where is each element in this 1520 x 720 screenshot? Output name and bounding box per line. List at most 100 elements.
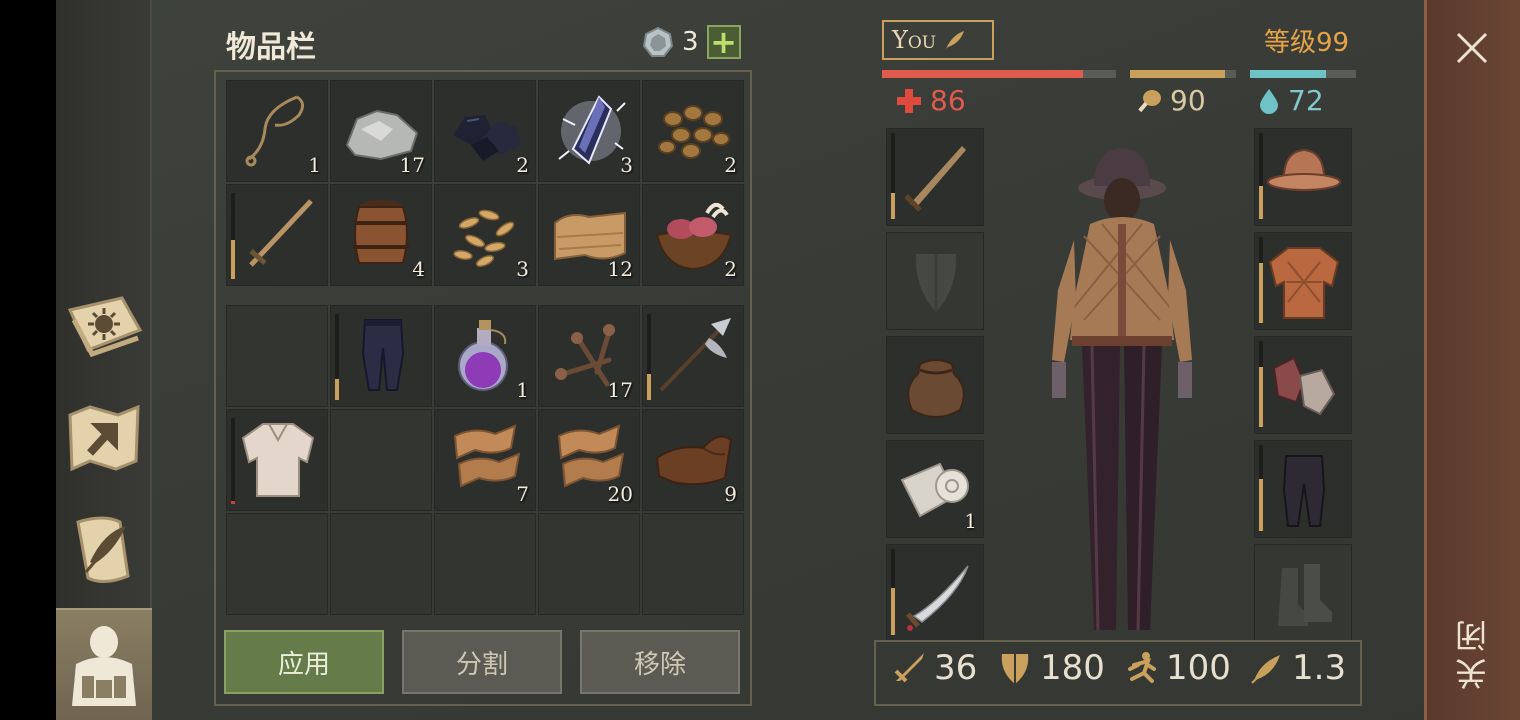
rope-icon <box>245 95 304 167</box>
coal-icon <box>453 115 521 161</box>
inventory-slot[interactable] <box>226 409 328 511</box>
inventory-slot[interactable]: 1 <box>434 305 536 407</box>
inventory-slot[interactable]: 2 <box>434 80 536 182</box>
item-quantity: 20 <box>607 482 633 506</box>
quests-tab[interactable] <box>62 508 146 592</box>
character-tab[interactable] <box>56 608 152 720</box>
health-value: 86 <box>930 84 966 117</box>
armor-slot[interactable] <box>1254 232 1352 330</box>
character-model <box>1052 148 1192 631</box>
shirt-icon <box>241 423 315 497</box>
attack-stat: 36 <box>892 648 977 688</box>
inventory-slot[interactable] <box>330 305 432 407</box>
character-name-box[interactable]: You <box>882 20 994 60</box>
inventory-slot[interactable]: 3 <box>434 184 536 286</box>
inventory-slot[interactable] <box>642 513 744 615</box>
inventory-slot[interactable]: 17 <box>538 305 640 407</box>
durability-bar <box>891 549 895 635</box>
secondary-weapon-slot[interactable] <box>886 544 984 642</box>
map-tab[interactable] <box>62 396 146 480</box>
close-icon[interactable] <box>1452 28 1492 68</box>
inventory-grid-top: 1 17 2 3 2 4 3 12 2 <box>226 80 744 286</box>
crystal-icon <box>558 95 626 165</box>
inventory-slot[interactable] <box>642 305 744 407</box>
inventory-slot[interactable]: 20 <box>538 409 640 511</box>
apply-button[interactable]: 应用 <box>224 630 384 694</box>
helmet-icon <box>1267 148 1341 191</box>
remove-button[interactable]: 移除 <box>580 630 740 694</box>
drumstick-icon <box>1138 89 1161 112</box>
scroll-quill-icon <box>76 516 130 583</box>
close-panel[interactable] <box>1424 0 1520 720</box>
bag-slot[interactable] <box>886 336 984 434</box>
item-quantity: 1 <box>964 509 977 533</box>
durability-bar <box>1259 237 1263 323</box>
inventory-slot[interactable]: 12 <box>538 184 640 286</box>
food-bar <box>1130 70 1236 78</box>
halberd-icon <box>659 318 731 392</box>
durability-bar <box>1259 341 1263 427</box>
character-level: 等级99 <box>1264 28 1350 58</box>
helmet-slot[interactable] <box>1254 128 1352 226</box>
water-stat: 72 <box>1258 84 1324 117</box>
durability-bar <box>1259 133 1263 219</box>
item-quantity: 2 <box>516 153 529 177</box>
inventory-slot[interactable] <box>226 305 328 407</box>
mail-gloves-icon <box>1272 356 1336 416</box>
boots-icon <box>1278 564 1332 626</box>
raw-meat-bowl-icon <box>655 202 733 271</box>
inventory-slot[interactable]: 7 <box>434 409 536 511</box>
inventory-slot[interactable] <box>330 409 432 511</box>
split-button[interactable]: 分割 <box>402 630 562 694</box>
pants-icon <box>1282 455 1326 527</box>
inventory-slot[interactable]: 9 <box>642 409 744 511</box>
shield-slot[interactable] <box>886 232 984 330</box>
inventory-slot[interactable]: 3 <box>538 80 640 182</box>
inventory-slot[interactable] <box>226 184 328 286</box>
water-drop-icon <box>1260 88 1278 114</box>
water-value: 72 <box>1288 84 1324 117</box>
add-gems-button[interactable]: + <box>706 25 741 59</box>
bandage-slot[interactable]: 1 <box>886 440 984 538</box>
gem-counter: 3 + <box>642 25 741 59</box>
weight-value: 1.3 <box>1292 648 1347 688</box>
durability-bar <box>647 314 651 400</box>
attack-value: 36 <box>934 648 978 688</box>
pants-icon <box>361 319 405 391</box>
boots-slot[interactable] <box>1254 544 1352 642</box>
item-quantity: 17 <box>607 378 633 402</box>
item-quantity: 3 <box>516 257 529 281</box>
close-label[interactable]: 关闭 <box>1450 614 1494 690</box>
inventory-slot[interactable]: 1 <box>226 80 328 182</box>
inventory-slot[interactable]: 2 <box>642 184 744 286</box>
map-icon <box>68 404 140 472</box>
inventory-slot[interactable] <box>538 513 640 615</box>
weapon-slot[interactable] <box>886 128 984 226</box>
inventory-slot[interactable]: 17 <box>330 80 432 182</box>
item-quantity: 12 <box>607 257 633 281</box>
inventory-slot[interactable] <box>330 513 432 615</box>
inventory-slot[interactable] <box>434 513 536 615</box>
durability-bar <box>335 314 339 400</box>
item-quantity: 4 <box>412 257 425 281</box>
legs-slot[interactable] <box>1254 440 1352 538</box>
durability-bar <box>1259 445 1263 531</box>
inventory-title: 物品栏 <box>226 30 316 65</box>
journal-tab[interactable] <box>62 284 146 368</box>
defense-shield-icon <box>1001 654 1029 684</box>
shield-icon <box>915 254 957 312</box>
potion-icon <box>458 320 508 391</box>
wooden-sword-icon <box>249 199 313 267</box>
attack-icon <box>894 653 924 683</box>
defense-stat: 180 <box>998 648 1105 688</box>
side-nav <box>56 0 152 720</box>
running-man-icon <box>1128 652 1156 683</box>
inventory-slot[interactable]: 4 <box>330 184 432 286</box>
nuts-icon <box>658 105 730 159</box>
inventory-slot[interactable]: 2 <box>642 80 744 182</box>
inventory-slot[interactable] <box>226 513 328 615</box>
character-name: You <box>892 26 937 54</box>
item-quantity: 1 <box>308 153 321 177</box>
gloves-slot[interactable] <box>1254 336 1352 434</box>
item-quantity: 9 <box>724 482 737 506</box>
